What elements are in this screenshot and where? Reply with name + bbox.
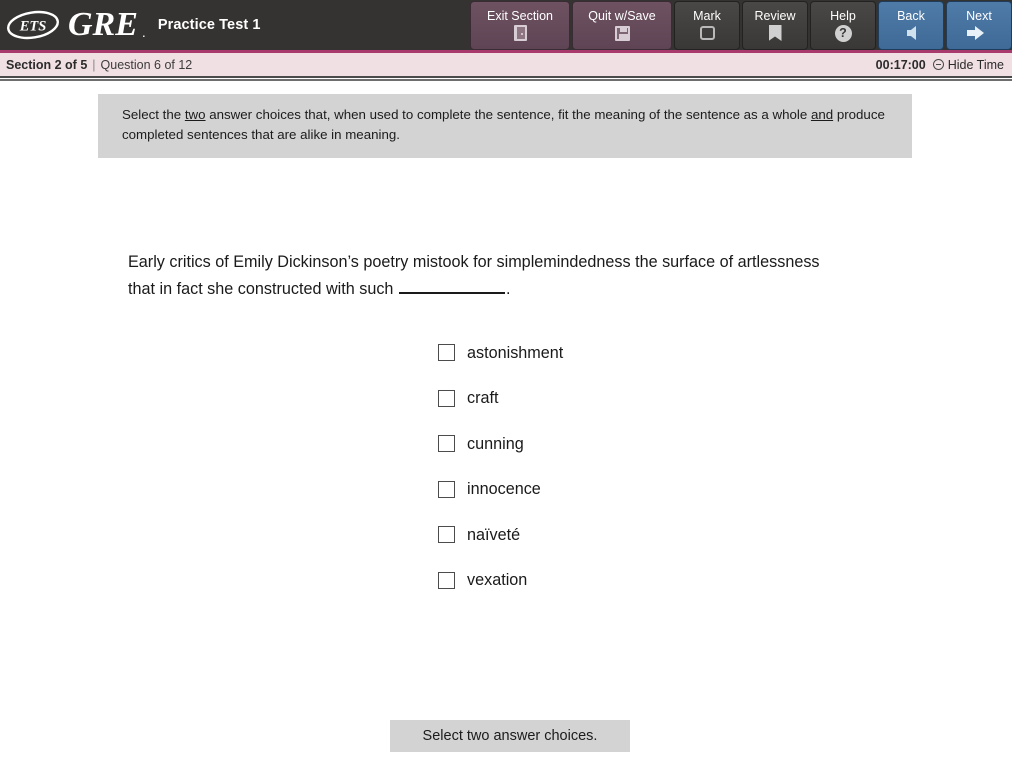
answer-choice-4[interactable]: innocence [438,467,563,513]
help-button[interactable]: Help ? [810,1,876,50]
answer-blank [398,280,505,294]
arrow-right-icon [966,24,984,43]
answer-choice-list: astonishment craft cunning innocence naï… [438,330,563,603]
checkbox[interactable] [438,526,455,544]
hide-time-label: Hide Time [947,57,1004,72]
quit-with-save-label: Quit w/Save [588,8,656,23]
instruction-part1: Select the [122,107,185,122]
gre-wordmark: GRE [68,6,138,43]
ets-logo-text: ETS [19,19,47,35]
question-stem: Early critics of Emily Dickinson’s poetr… [128,249,828,303]
instruction-part2: answer choices that, when used to comple… [205,107,811,122]
answer-choice-6[interactable]: vexation [438,558,563,604]
gre-wordmark-period: . [141,24,146,40]
question-text-tail: . [505,280,511,298]
status-separator: | [92,57,96,72]
status-bar: Section 2 of 5 | Question 6 of 12 00:17:… [0,53,1012,76]
review-button[interactable]: Review [742,1,808,50]
checkbox[interactable] [438,571,455,589]
ets-logo-icon: ETS [6,10,62,40]
answer-choice-label: vexation [467,571,528,590]
answer-choice-label: astonishment [467,343,564,362]
bookmark-icon [768,24,782,43]
instruction-emphasis-two: two [184,107,206,122]
quit-with-save-button[interactable]: Quit w/Save [572,1,672,50]
hide-time-button[interactable]: Hide Time [932,57,1004,72]
answer-choice-1[interactable]: astonishment [438,330,563,376]
answer-choice-5[interactable]: naïveté [438,512,563,558]
answer-choice-label: craft [467,389,499,408]
checkbox[interactable] [438,389,455,407]
app-header: ETS GRE . Practice Test 1 Exit Section Q… [0,0,1012,53]
page-title: Practice Test 1 [157,17,261,33]
answer-choice-label: cunning [467,434,524,453]
instruction-box: Select the two answer choices that, when… [98,94,912,158]
answer-choice-3[interactable]: cunning [438,421,563,467]
timer-area: 00:17:00 Hide Time [876,53,1004,76]
mark-label: Mark [693,8,721,23]
minus-circle-icon [932,59,944,70]
answer-choice-label: innocence [467,480,541,499]
countdown-timer: 00:17:00 [875,57,926,72]
answer-choice-2[interactable]: craft [438,376,563,422]
back-button[interactable]: Back [878,1,944,50]
instruction-emphasis-and: and [810,107,834,122]
question-circle-icon: ? [834,24,852,43]
next-label: Next [966,8,992,23]
mark-button[interactable]: Mark [674,1,740,50]
review-label: Review [754,8,796,23]
checkbox[interactable] [438,344,455,362]
selection-hint: Select two answer choices. [390,720,630,752]
header-toolbar: Exit Section Quit w/Save Mark Review Hel… [470,1,1012,52]
checkbox[interactable] [438,480,455,498]
checkbox[interactable] [438,435,455,453]
main-content: Select the two answer choices that, when… [0,81,1012,761]
exit-section-label: Exit Section [486,8,553,23]
help-label: Help [830,8,856,23]
answer-choice-label: naïveté [467,525,521,544]
question-indicator: Question 6 of 12 [100,57,193,72]
arrow-left-icon [906,24,916,43]
door-exit-icon [513,24,527,43]
next-button[interactable]: Next [946,1,1012,50]
back-label: Back [897,8,925,23]
section-indicator: Section 2 of 5 [6,57,88,72]
exit-section-button[interactable]: Exit Section [470,1,570,50]
brand-area: ETS GRE . Practice Test 1 [0,6,261,43]
empty-square-icon [699,24,715,43]
floppy-disk-icon [614,24,630,43]
